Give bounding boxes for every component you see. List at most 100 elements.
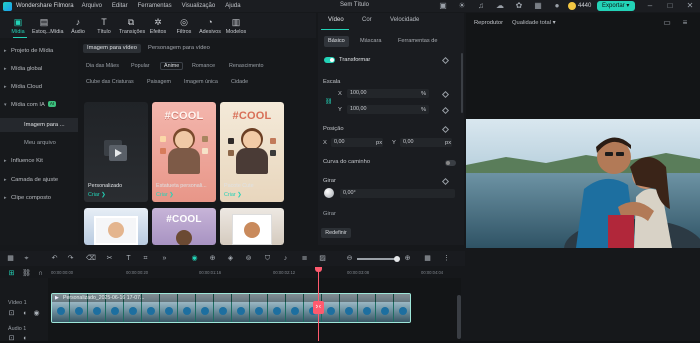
chip-creatures-club[interactable]: Clube das Criaturas [83, 78, 137, 86]
menu-arquivo[interactable]: Arquivo [82, 3, 102, 9]
menu-ferramentas[interactable]: Ferramentas [138, 3, 172, 9]
tool-transitions[interactable]: ⧉ Transições [119, 15, 145, 37]
scale-x-field[interactable]: 100,00 [347, 89, 429, 98]
tab-character-to-video[interactable]: Personagem para vídeo [144, 44, 214, 53]
crop-icon[interactable]: ⌗ [141, 254, 150, 263]
tool-audio[interactable]: ♪ Áudio [66, 15, 90, 37]
tool-templates[interactable]: ▥ Modelos [224, 15, 248, 37]
chip-anime[interactable]: Anime [160, 62, 184, 70]
chip-single-image[interactable]: Imagem única [181, 78, 221, 86]
credits-counter[interactable]: 4440 [568, 1, 591, 11]
headset-icon[interactable]: ♫ [476, 1, 486, 11]
subtab-mask[interactable]: Máscara [356, 36, 385, 47]
zoom-slider-handle[interactable] [394, 256, 400, 262]
shield-icon[interactable]: ⛉ [263, 254, 272, 263]
ripple-edit-icon[interactable]: ◉ [190, 254, 199, 263]
sidebar-item-compound-clip[interactable]: ▸ Clipe composto [0, 191, 78, 205]
lock-icon[interactable]: ⊡ [7, 334, 16, 343]
tool-title[interactable]: T Título [92, 15, 116, 37]
magnet-icon[interactable]: ∩ [36, 269, 45, 278]
menu-visualizacao[interactable]: Visualização [182, 3, 216, 9]
properties-scrollbar[interactable] [461, 53, 463, 113]
microphone-icon[interactable]: ♪ [281, 254, 290, 263]
tool-filters[interactable]: ◎ Filtros [172, 15, 196, 37]
image-icon[interactable]: ▨ [318, 254, 327, 263]
sidebar-item-my-file[interactable]: Meu arquivo [0, 136, 78, 150]
add-track-icon[interactable]: ⊞ [7, 269, 16, 278]
minimize-icon[interactable]: – [645, 1, 655, 11]
redo-icon[interactable]: ↷ [66, 254, 75, 263]
card-create-link[interactable]: Criar ❯ [156, 192, 174, 198]
template-card-row2-1[interactable] [84, 208, 148, 245]
export-button[interactable]: Exportar ▾ [597, 1, 635, 11]
maximize-icon[interactable]: □ [665, 1, 675, 11]
timeline-ruler[interactable]: 00:00:00:00 00:00:00:20 00:00:01:16 00:0… [47, 267, 460, 278]
layout-icon[interactable]: ▦ [6, 254, 15, 263]
sidebar-item-ai-media[interactable]: ▾ Mídia com IA AI [0, 98, 78, 112]
sidebar-item-adjustment-layer[interactable]: ▸ Camada de ajuste [0, 173, 78, 187]
record-icon[interactable]: ⊚ [244, 254, 253, 263]
lock-icon[interactable]: ⊡ [7, 309, 16, 318]
list-icon[interactable]: ≣ [300, 254, 309, 263]
template-card-custom[interactable]: Personalizado Criar ❯ [84, 102, 148, 204]
chip-popular[interactable]: Popular [128, 62, 153, 70]
cloud-upload-icon[interactable]: ☁ [495, 1, 505, 11]
tool-stock-media[interactable]: ▤ Estoq...Mídia [32, 15, 63, 37]
grid-icon[interactable]: ▦ [423, 254, 432, 263]
link-icon[interactable]: ⛓ [22, 269, 31, 278]
sidebar-item-image-to-video[interactable]: Imagem para ... [0, 118, 78, 132]
transform-toggle[interactable] [324, 57, 335, 63]
subtab-tools[interactable]: Ferramentas de [394, 36, 441, 47]
tab-speed[interactable]: Velocidade [390, 17, 419, 23]
link-lock-icon[interactable]: ⛓ [325, 99, 332, 105]
keyframe-diamond-icon[interactable] [441, 125, 450, 134]
rotate-dial[interactable] [324, 188, 334, 198]
select-tool-icon[interactable]: ⌖ [22, 254, 31, 263]
template-card-statuette[interactable]: #COOL Estatueta personali... Criar ❯ [152, 102, 216, 204]
subtab-basic[interactable]: Básico [324, 36, 349, 47]
chip-landscape[interactable]: Paisagem [144, 78, 174, 86]
sidebar-item-influence-kit[interactable]: ▸ Influence Kit [0, 154, 78, 168]
sidebar-item-global-media[interactable]: ▸ Mídia global [0, 62, 78, 76]
lightbulb-icon[interactable]: ☀ [457, 1, 467, 11]
sidebar-item-project-media[interactable]: ▸ Projeto de Mídia [0, 44, 78, 58]
keyframe-diamond-icon[interactable] [441, 106, 450, 115]
eye-icon[interactable]: ◉ [32, 309, 41, 318]
zoom-out-icon[interactable]: ⊖ [345, 254, 354, 263]
template-card-cute-pack[interactable]: #COOL Pacote Cute Criar ❯ [220, 102, 284, 204]
ai-icon[interactable]: ◈ [226, 254, 235, 263]
template-card-row2-2[interactable]: #COOL [152, 208, 216, 245]
more-icon[interactable]: » [160, 254, 169, 263]
more-options-icon[interactable]: ⋮ [442, 254, 451, 263]
chip-city[interactable]: Cidade [228, 78, 251, 86]
keyframe-diamond-icon[interactable] [441, 56, 450, 65]
box-icon[interactable]: ▣ [438, 1, 448, 11]
timeline-scrollbar[interactable] [457, 295, 461, 339]
delete-icon[interactable]: ⌫ [86, 254, 96, 263]
keyframe-diamond-icon[interactable] [441, 90, 450, 99]
rotate-field[interactable]: 0,00° [340, 189, 455, 198]
tool-stickers[interactable]: ◔ Adesivos [198, 15, 222, 37]
sidebar-item-cloud-media[interactable]: ▸ Mídia Cloud [0, 80, 78, 94]
tab-color[interactable]: Cor [362, 17, 372, 23]
tool-effects[interactable]: ✲ Efeitos [146, 15, 170, 37]
playhead[interactable] [318, 267, 319, 341]
video-clip[interactable]: ▶ Personalizado_2025-06-16 17-07... [51, 293, 411, 323]
split-icon[interactable]: ✂ [105, 254, 114, 263]
avatar[interactable]: ● [552, 1, 562, 11]
card-create-link[interactable]: Criar ❯ [88, 192, 106, 198]
grid-icon[interactable]: ▦ [533, 1, 543, 11]
scale-y-field[interactable]: 100,00 [347, 105, 429, 114]
template-card-row2-3[interactable] [220, 208, 284, 245]
chip-mothers-day[interactable]: Dia das Mães [83, 62, 122, 70]
chip-romance[interactable]: Romance [189, 62, 218, 70]
playhead-handle[interactable] [315, 267, 322, 272]
tab-video[interactable]: Vídeo [328, 17, 344, 23]
speaker-icon[interactable]: ◖ [20, 334, 29, 343]
keyframe-diamond-icon[interactable] [441, 177, 450, 186]
gift-icon[interactable]: ✿ [514, 1, 524, 11]
snapshot-icon[interactable]: ▭ [662, 18, 672, 28]
tab-image-to-video[interactable]: Imagem para vídeo [83, 44, 141, 53]
more-icon[interactable]: ≡ [680, 18, 690, 28]
menu-editar[interactable]: Editar [112, 3, 128, 9]
